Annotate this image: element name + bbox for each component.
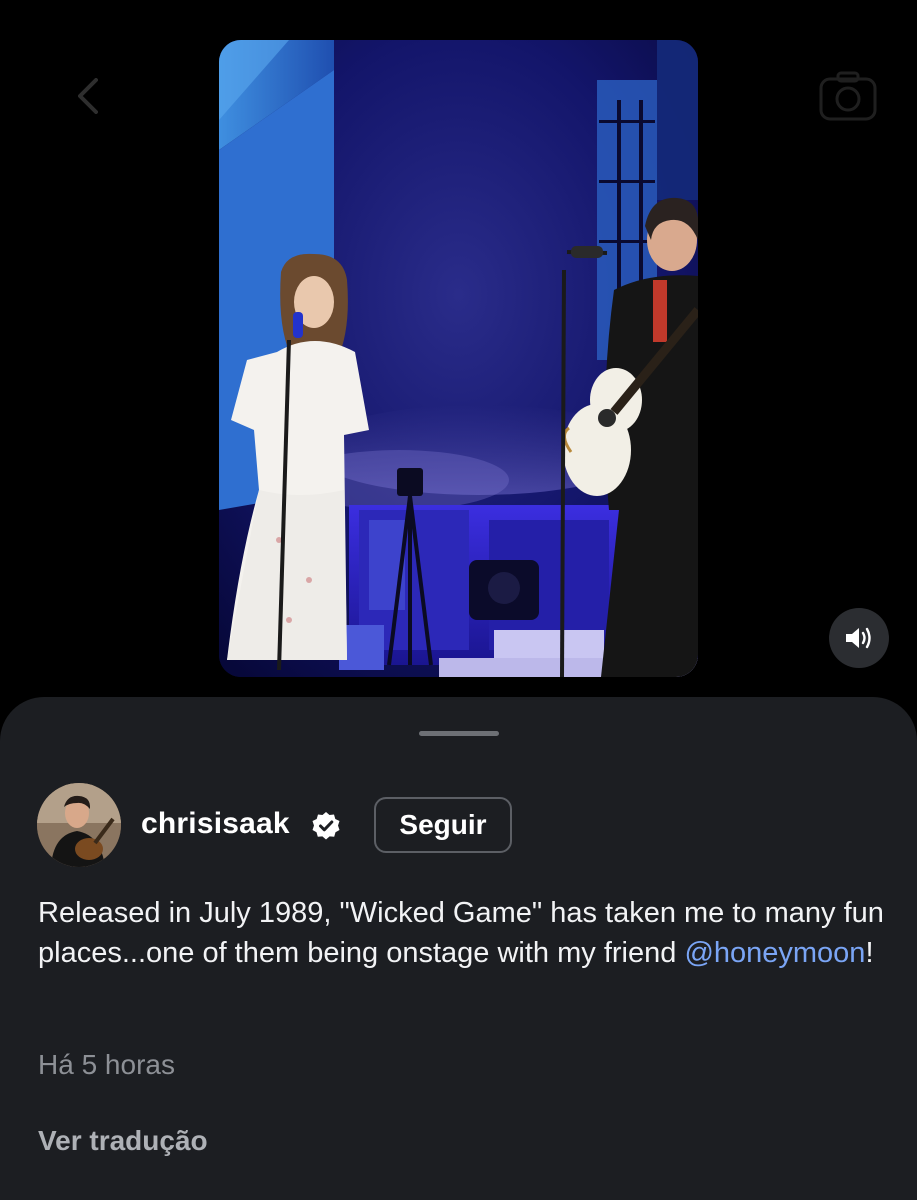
sheet-drag-handle[interactable]	[419, 731, 499, 736]
chevron-left-icon[interactable]	[68, 74, 112, 118]
post-timestamp: Há 5 horas	[38, 1049, 175, 1080]
avatar-photo	[37, 783, 121, 867]
caption-sheet: chrisisaak Seguir Released in July 1989,…	[0, 697, 917, 1200]
caption-text-end: !	[865, 937, 874, 969]
see-translation-link[interactable]: Ver tradução	[38, 1125, 208, 1157]
verified-badge-icon	[312, 812, 340, 840]
sound-toggle-button[interactable]	[829, 608, 889, 668]
follow-button[interactable]: Seguir	[374, 797, 512, 853]
post-caption: Released in July 1989, "Wicked Game" has…	[38, 893, 888, 973]
concert-video-frame	[219, 40, 698, 677]
mention-link[interactable]: @honeymoon	[684, 937, 865, 969]
video-player[interactable]	[219, 40, 698, 677]
camera-icon[interactable]	[818, 70, 878, 122]
speaker-on-icon	[846, 627, 871, 649]
username[interactable]: chrisisaak	[141, 807, 290, 841]
avatar[interactable]	[37, 783, 121, 867]
reel-viewer: chrisisaak Seguir Released in July 1989,…	[0, 0, 917, 1200]
